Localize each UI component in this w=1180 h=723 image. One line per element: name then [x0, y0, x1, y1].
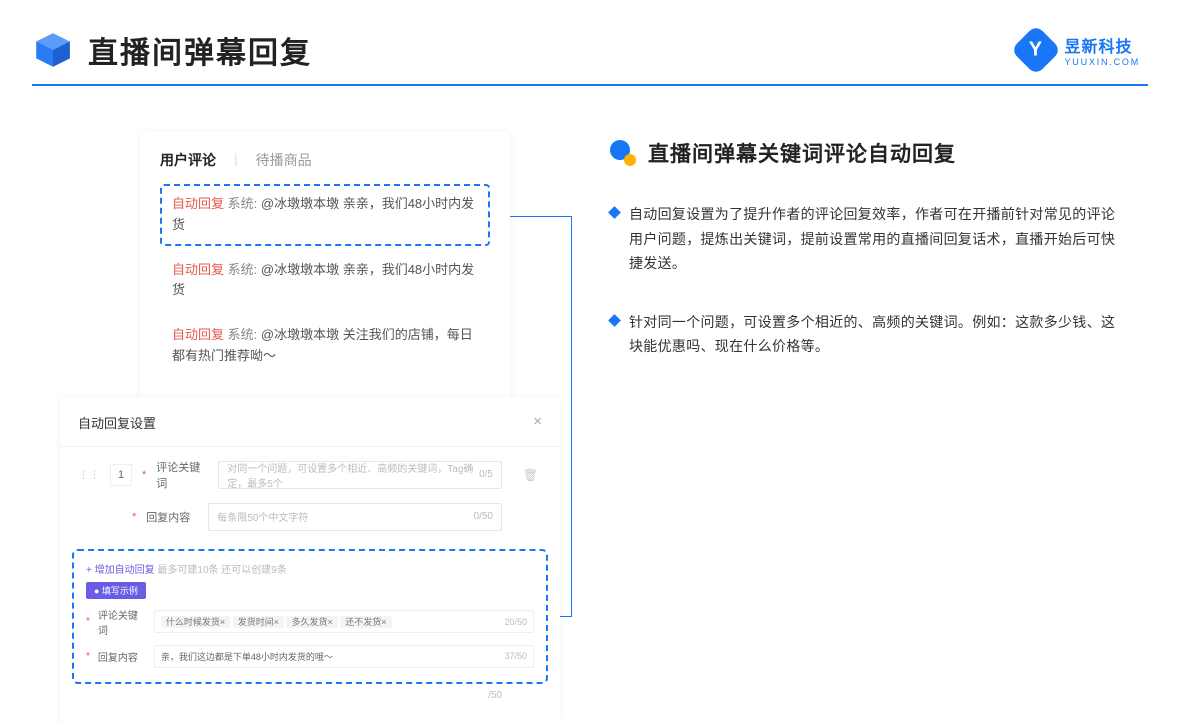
- cube-logo-icon: [32, 29, 74, 71]
- diamond-bullet-icon: [608, 206, 621, 219]
- drag-handle-icon[interactable]: ⋮⋮: [78, 468, 100, 481]
- auto-reply-message: 自动回复 系统: @冰墩墩本墩 关注我们的店铺，每日都有热门推荐呦～: [160, 315, 490, 377]
- example-keyword-box: 什么时候发货× 发货时间× 多久发货× 还不发货× 20/50: [154, 610, 534, 633]
- connector-line: [560, 616, 572, 617]
- section-title: 直播间弹幕关键词评论自动回复: [648, 138, 956, 168]
- screenshot-panel: 用户评论 | 待播商品 自动回复 系统: @冰墩墩本墩 亲亲，我们48小时内发货…: [60, 132, 560, 723]
- rule-number: 1: [110, 464, 132, 486]
- delete-icon[interactable]: 🗑: [523, 468, 538, 482]
- bullet-point: 自动回复设置为了提升作者的评论回复效率，作者可在开播前针对常见的评论用户问题，提…: [610, 202, 1148, 276]
- brand-name-cn: 昱新科技: [1064, 33, 1140, 57]
- brand-name-en: YUUXIN.COM: [1064, 57, 1140, 67]
- tab-user-comments[interactable]: 用户评论: [160, 150, 216, 170]
- slide-title: 直播间弹幕回复: [88, 28, 312, 72]
- auto-reply-message: 自动回复 系统: @冰墩墩本墩 亲亲，我们48小时内发货: [160, 250, 490, 312]
- example-badge: ● 填写示例: [86, 582, 146, 599]
- brand-logo: Y 昱新科技 YUUXIN.COM: [1018, 32, 1140, 68]
- connector-line: [571, 216, 572, 616]
- settings-card: 自动回复设置 × ⋮⋮ 1 * 评论关键词 对同一个问题，可设置多个相近、高频的…: [60, 397, 560, 723]
- settings-title: 自动回复设置: [78, 413, 156, 432]
- connector-line: [510, 216, 572, 217]
- tab-pending-products[interactable]: 待播商品: [256, 150, 312, 170]
- bullet-point: 针对同一个问题，可设置多个相近的、高频的关键词。例如：这款多少钱、这块能优惠吗、…: [610, 310, 1148, 359]
- add-auto-reply-link[interactable]: + 增加自动回复: [86, 565, 155, 576]
- slide-header: 直播间弹幕回复 Y 昱新科技 YUUXIN.COM: [0, 0, 1180, 84]
- keyword-input[interactable]: 对同一个问题，可设置多个相近、高频的关键词，Tag确定，最多5个 0/5: [218, 461, 502, 489]
- comments-card: 用户评论 | 待播商品 自动回复 系统: @冰墩墩本墩 亲亲，我们48小时内发货…: [140, 132, 510, 403]
- auto-reply-message-highlighted: 自动回复 系统: @冰墩墩本墩 亲亲，我们48小时内发货: [160, 184, 490, 246]
- brand-icon: Y: [1011, 25, 1062, 76]
- reply-input[interactable]: 每条限50个中文字符 0/50: [208, 503, 502, 531]
- description-panel: 直播间弹幕关键词评论自动回复 自动回复设置为了提升作者的评论回复效率，作者可在开…: [610, 132, 1148, 723]
- reply-label: 回复内容: [146, 509, 198, 525]
- keyword-label: 评论关键词: [156, 459, 208, 491]
- bubble-icon: [610, 140, 636, 166]
- close-icon[interactable]: ×: [533, 413, 542, 432]
- example-reply-box: 亲，我们这边都是下单48小时内发货的哦～ 37/50: [154, 645, 534, 668]
- diamond-bullet-icon: [608, 314, 621, 327]
